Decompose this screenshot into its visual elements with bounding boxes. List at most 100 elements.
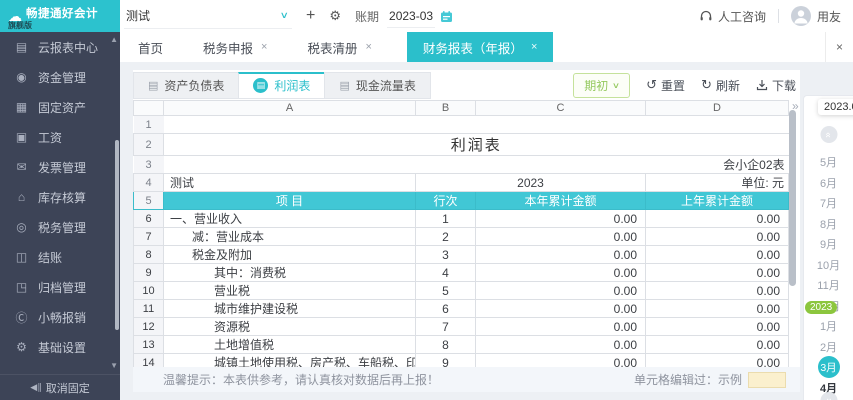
sidebar-item[interactable]: ◎ 税务管理 [0,212,120,242]
page-tab[interactable]: 税务申报 × [198,32,272,62]
sidebar-item[interactable]: ⌂ 库存核算 [0,182,120,212]
expand-panel-icon[interactable]: » [792,99,799,113]
line-no-cell[interactable]: 4 [415,263,476,282]
prior-amount-cell[interactable]: 0.00 [645,317,789,336]
header-line-no[interactable]: 行次 [415,191,476,210]
item-cell[interactable]: 土地增值税 [163,335,416,354]
current-amount-cell[interactable]: 0.00 [475,335,646,354]
refresh-button[interactable]: ↻ 刷新 [701,77,740,94]
sidebar-item[interactable]: Ⓒ 小畅报销 [0,302,120,332]
prior-amount-cell[interactable]: 0.00 [645,227,789,246]
sheet-tab[interactable]: ▤ 现金流量表 [324,71,431,99]
month-item[interactable]: 11月 [804,275,853,296]
row-number[interactable]: 4 [133,173,164,192]
month-item[interactable]: 9月 [804,234,853,255]
prior-amount-cell[interactable]: 0.00 [645,245,789,264]
prior-amount-cell[interactable]: 0.00 [645,335,789,354]
current-amount-cell[interactable]: 0.00 [475,281,646,300]
line-no-cell[interactable]: 2 [415,227,476,246]
row-number[interactable]: 9 [133,263,164,282]
avatar[interactable] [790,6,811,26]
sidebar-item[interactable]: ⚙ 基础设置 [0,332,120,362]
calendar-icon[interactable] [440,10,453,23]
item-cell[interactable]: 资源税 [163,317,416,336]
unpin-sidebar-button[interactable]: ◀∥ 取消固定 [0,374,120,400]
current-amount-cell[interactable]: 0.00 [475,227,646,246]
company-selector[interactable]: 测试 ∨ [124,3,292,29]
empty-cell[interactable] [163,115,789,134]
line-no-cell[interactable]: 1 [415,209,476,228]
sidebar-scroll-up-icon[interactable]: ▲ [110,35,118,44]
download-button[interactable]: 下载 [756,77,796,94]
row-number[interactable]: 10 [133,281,164,300]
item-cell[interactable]: 一、营业收入 [163,209,416,228]
header-prior-amount[interactable]: 上年累计金额 [645,191,789,210]
month-item[interactable]: 3月 [804,356,853,379]
row-number[interactable]: 2 [133,133,164,156]
current-amount-cell[interactable]: 0.00 [475,299,646,318]
row-number[interactable]: 6 [133,209,164,228]
sidebar-item[interactable]: ◫ 结账 [0,242,120,272]
month-item[interactable]: 5月 [804,152,853,173]
grid-corner-cell[interactable] [133,100,164,116]
prior-amount-cell[interactable]: 0.00 [645,209,789,228]
close-icon[interactable]: × [531,41,537,53]
col-letter[interactable]: C [475,100,646,116]
close-icon[interactable]: × [261,41,267,53]
item-cell[interactable]: 其中：消费税 [163,263,416,282]
sidebar-item[interactable]: ◳ 归档管理 [0,272,120,302]
grid-scrollbar[interactable] [789,110,796,286]
header-item[interactable]: 项 目 [163,191,416,210]
row-number[interactable]: 5 [133,191,164,210]
col-letter[interactable]: B [415,100,476,116]
sheet-tab[interactable]: ▤ 资产负债表 [133,71,239,99]
reset-button[interactable]: ↺ 重置 [646,77,685,94]
header-current-amount[interactable]: 本年累计金额 [475,191,646,210]
item-cell[interactable]: 城市维护建设税 [163,299,416,318]
row-number[interactable]: 7 [133,227,164,246]
row-number[interactable]: 8 [133,245,164,264]
month-item[interactable]: 2月 [804,337,853,358]
item-cell[interactable]: 税金及附加 [163,245,416,264]
line-no-cell[interactable]: 7 [415,317,476,336]
unit-cell[interactable]: 单位: 元 [645,173,789,192]
tabrow-close-button[interactable]: × [825,32,853,62]
row-number[interactable]: 3 [133,155,164,174]
sidebar-scrollbar[interactable] [115,140,119,330]
live-help-link[interactable]: 人工咨询 [718,8,766,25]
add-account-button[interactable]: + [306,7,315,25]
report-title[interactable]: 利润表 [163,133,789,156]
row-number[interactable]: 13 [133,335,164,354]
line-no-cell[interactable]: 8 [415,335,476,354]
month-item[interactable]: 8月 [804,214,853,235]
sheet-tab[interactable]: ▤ 利润表 [238,71,325,99]
sidebar-item[interactable]: ▣ 工资 [0,122,120,152]
sidebar-item[interactable]: ▤ 云报表中心 [0,32,120,62]
gear-icon[interactable]: ⚙ [329,8,341,24]
month-item[interactable]: 10月 [804,255,853,276]
company-cell[interactable]: 测试 [163,173,416,192]
page-tab[interactable]: 财务报表（年报） × [406,32,554,62]
prior-amount-cell[interactable]: 0.00 [645,281,789,300]
page-tab[interactable]: 税表清册 × [302,32,376,62]
current-amount-cell[interactable]: 0.00 [475,245,646,264]
item-cell[interactable]: 减：营业成本 [163,227,416,246]
sidebar-item[interactable]: ✉ 发票管理 [0,152,120,182]
line-no-cell[interactable]: 5 [415,281,476,300]
close-icon[interactable]: × [365,41,371,53]
month-item[interactable]: 7月 [804,193,853,214]
col-letter[interactable]: A [163,100,416,116]
current-amount-cell[interactable]: 0.00 [475,263,646,282]
current-amount-cell[interactable]: 0.00 [475,209,646,228]
item-cell[interactable]: 营业税 [163,281,416,300]
row-number[interactable]: 1 [133,115,164,134]
timeline-scroll-up-button[interactable]: » [820,126,837,143]
current-amount-cell[interactable]: 0.00 [475,317,646,336]
sidebar-item[interactable]: ▦ 固定资产 [0,92,120,122]
opening-period-button[interactable]: 期初 ∨ [573,72,631,98]
sidebar-item[interactable]: ◉ 资金管理 [0,62,120,92]
month-item[interactable]: 6月 [804,173,853,194]
year-cell[interactable]: 2023 [415,173,646,192]
row-number[interactable]: 12 [133,317,164,336]
empty-cell[interactable] [163,155,646,174]
